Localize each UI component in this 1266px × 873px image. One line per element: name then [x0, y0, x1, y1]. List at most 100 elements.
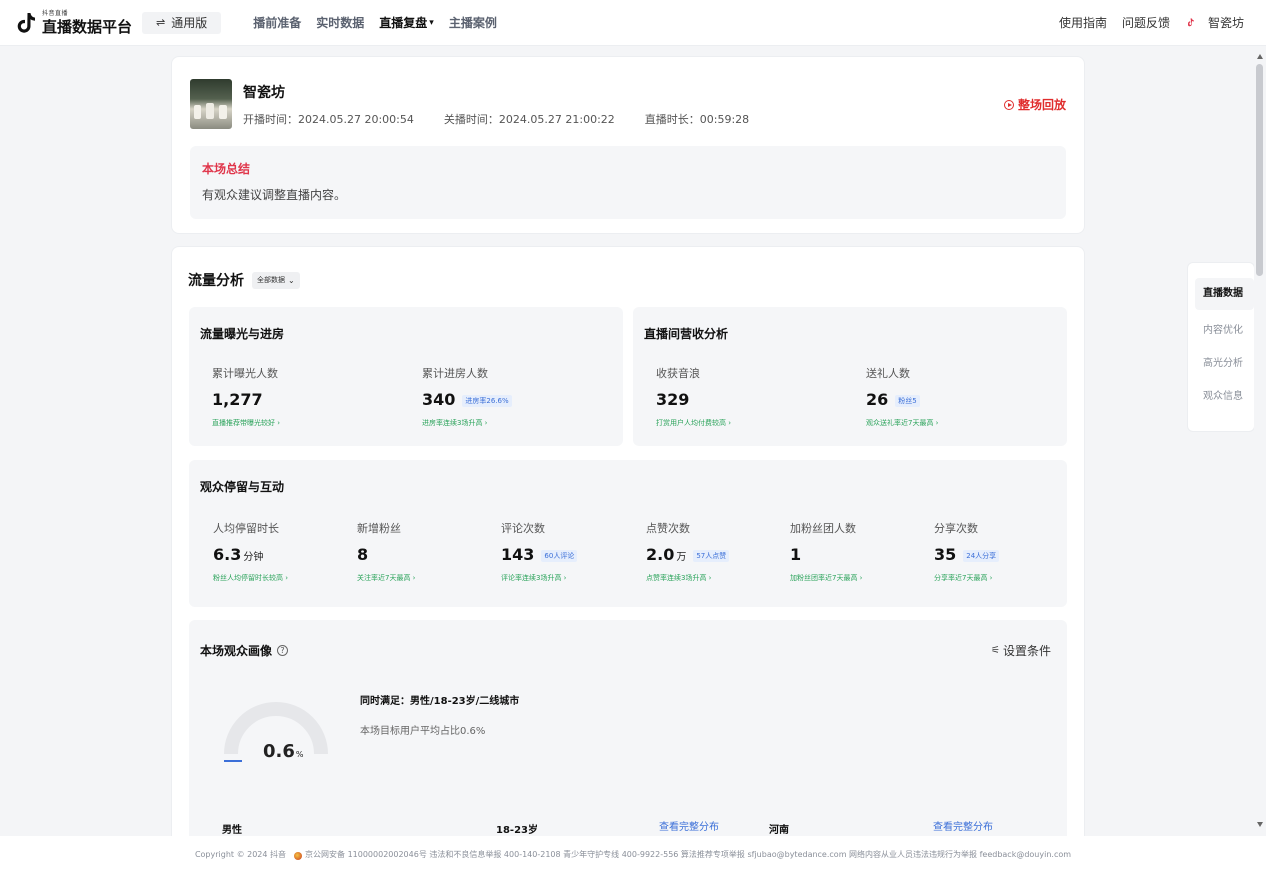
metric-value: 35 [934, 545, 957, 564]
scroll-up-arrow-icon[interactable] [1257, 54, 1263, 59]
metric-value: 143 [501, 545, 535, 564]
metric-hint[interactable]: 直播推荐带曝光较好 › [212, 418, 280, 428]
youth-line: 青少年守护专线 400-9922-556 [563, 850, 679, 859]
room-thumbnail [190, 79, 232, 129]
report-line: 违法和不良信息举报 400-140-2108 [429, 850, 561, 859]
replay-label: 整场回放 [1017, 98, 1066, 112]
filter-label: 全部数据 [257, 276, 285, 284]
metric-value: 26 [866, 390, 889, 409]
nav-item-review-label: 直播复盘 [379, 16, 428, 30]
dist-label: 男性 [222, 825, 242, 836]
metric-unit: 分钟 [243, 552, 264, 563]
metric-yinlang: 收获音浪 329 打赏用户人均付费较高 › [656, 365, 731, 428]
user-name[interactable]: 智瓷坊 [1208, 14, 1244, 31]
dist-region-link[interactable]: 查看完整分布 [933, 818, 993, 833]
set-conditions-label: 设置条件 [1002, 644, 1051, 658]
metric-value: 1 [790, 545, 802, 564]
gauge-unit: % [295, 750, 304, 759]
condition-text: 本场目标用户平均占比0.6% [360, 726, 486, 737]
user-avatar-icon[interactable] [1187, 18, 1194, 28]
metric-avg-stay: 人均停留时长 6.3 分钟 粉丝人均停留时长较高 › [213, 520, 288, 583]
metric-badge: 60人评论 [541, 550, 578, 562]
side-item-live-data[interactable]: 直播数据 [1195, 278, 1254, 310]
data-filter-dropdown[interactable]: 全部数据 ⌄ [252, 271, 300, 289]
sliders-icon: ⚟ [991, 645, 1000, 656]
metric-comments: 评论次数 143 60人评论 评论率连续3场升高 › [501, 520, 578, 583]
metric-badge: 24人分享 [963, 550, 1000, 562]
version-switch-button[interactable]: ⇌ 通用版 [142, 11, 222, 34]
metric-label: 送礼人数 [866, 367, 910, 380]
logo-subtitle: 抖音直播 [42, 9, 69, 17]
metric-label: 累计进房人数 [422, 367, 488, 380]
dist-age-link[interactable]: 查看完整分布 [659, 818, 719, 833]
police-badge-icon [294, 851, 303, 860]
audience-portrait-panel: 本场观众画像 ? ⚟ 设置条件 0.6% 同时满足：男性/18-23岁/二线城市… [189, 620, 1067, 850]
metric-value: 1,277 [212, 390, 263, 409]
version-label: 通用版 [171, 16, 208, 30]
metric-unit: 万 [676, 552, 687, 563]
metric-entries: 累计进房人数 340 进房率26.6% 进房率连续3场升高 › [422, 365, 512, 428]
guide-link[interactable]: 使用指南 [1059, 14, 1107, 31]
dist-region: 河南 [769, 821, 789, 836]
gauge-number: 0.6 [263, 741, 295, 762]
scroll-thumb[interactable] [1256, 64, 1263, 276]
metric-badge: 粉丝5 [895, 395, 920, 407]
main-nav: 播前准备 实时数据 直播复盘 ▾ 主播案例 [253, 14, 512, 31]
metric-badge: 进房率26.6% [462, 395, 512, 407]
metric-hint[interactable]: 关注率近7天最高 › [357, 573, 415, 583]
room-info-card: 智瓷坊 开播时间：2024.05.27 20:00:54 关播时间：2024.0… [171, 56, 1085, 234]
scroll-down-arrow-icon[interactable] [1257, 822, 1263, 827]
session-summary: 本场总结 有观众建议调整直播内容。 [190, 146, 1066, 219]
nav-item-prep[interactable]: 播前准备 [253, 14, 301, 31]
metric-hint[interactable]: 点赞率连续3场升高 › [646, 573, 729, 583]
nav-item-review[interactable]: 直播复盘 ▾ [379, 14, 434, 31]
metric-hint[interactable]: 评论率连续3场升高 › [501, 573, 577, 583]
top-nav: 抖音直播 直播数据平台 ⇌ 通用版 播前准备 实时数据 直播复盘 ▾ 主播案例 使… [0, 0, 1266, 46]
section-title: 流量分析 全部数据 ⌄ [188, 270, 300, 290]
portrait-title-text: 本场观众画像 [200, 644, 273, 658]
metric-value: 6.3 [213, 545, 242, 564]
view-full-distribution-link[interactable]: 查看完整分布 [933, 822, 993, 833]
metric-label: 人均停留时长 [213, 522, 279, 535]
view-full-distribution-link[interactable]: 查看完整分布 [659, 822, 719, 833]
metric-label: 累计曝光人数 [212, 367, 278, 380]
network-report-line: 网络内容从业人员违法违规行为举报 feedback@douyin.com [849, 850, 1072, 859]
panel-title: 直播间营收分析 [644, 327, 729, 341]
dist-label: 河南 [769, 825, 789, 836]
revenue-panel: 直播间营收分析 收获音浪 329 打赏用户人均付费较高 › 送礼人数 26 粉丝5… [633, 307, 1067, 446]
chevron-down-icon: ⌄ [288, 275, 295, 285]
metric-hint[interactable]: 进房率连续3场升高 › [422, 418, 512, 428]
side-item-content[interactable]: 内容优化 [1188, 321, 1256, 336]
metric-hint[interactable]: 加粉丝团率近7天最高 › [790, 573, 862, 583]
logo[interactable]: 抖音直播 直播数据平台 [14, 9, 132, 35]
icp-link[interactable]: 京公网安备 11000002002046号 [305, 849, 427, 860]
side-anchor-nav: 直播数据 内容优化 高光分析 观众信息 [1187, 262, 1255, 432]
side-item-highlight[interactable]: 高光分析 [1188, 354, 1256, 369]
metric-value: 340 [422, 390, 456, 409]
douyin-logo-icon [17, 12, 35, 33]
metric-label: 评论次数 [501, 522, 545, 535]
full-replay-button[interactable]: 整场回放 [1003, 96, 1066, 113]
set-conditions-button[interactable]: ⚟ 设置条件 [991, 642, 1051, 659]
flow-title: 流量分析 [188, 273, 244, 289]
feedback-link[interactable]: 问题反馈 [1122, 14, 1170, 31]
nav-item-cases[interactable]: 主播案例 [449, 14, 497, 31]
traffic-analysis-card: 流量分析 全部数据 ⌄ 流量曝光与进房 累计曝光人数 1,277 直播推荐带曝光较… [171, 246, 1085, 850]
metric-hint[interactable]: 分享率近7天最高 › [934, 573, 999, 583]
question-circle-icon[interactable]: ? [277, 645, 289, 656]
metric-hint[interactable]: 观众送礼率近7天最高 › [866, 418, 938, 428]
start-time: 开播时间：2024.05.27 20:00:54 [243, 113, 414, 126]
page-scrollbar[interactable] [1254, 46, 1266, 836]
metric-fan-club: 加粉丝团人数 1 加粉丝团率近7天最高 › [790, 520, 862, 583]
side-item-audience[interactable]: 观众信息 [1188, 387, 1256, 402]
metric-value: 8 [357, 545, 369, 564]
metric-value: 329 [656, 390, 690, 409]
panel-title: 观众停留与互动 [200, 480, 285, 494]
metric-label: 收获音浪 [656, 367, 700, 380]
dist-gender: 男性 [222, 821, 242, 836]
metric-hint[interactable]: 打赏用户人均付费较高 › [656, 418, 731, 428]
summary-text: 有观众建议调整直播内容。 [202, 188, 347, 202]
gauge-value: 0.6% [263, 741, 304, 762]
metric-hint[interactable]: 粉丝人均停留时长较高 › [213, 573, 288, 583]
nav-item-realtime[interactable]: 实时数据 [316, 14, 364, 31]
